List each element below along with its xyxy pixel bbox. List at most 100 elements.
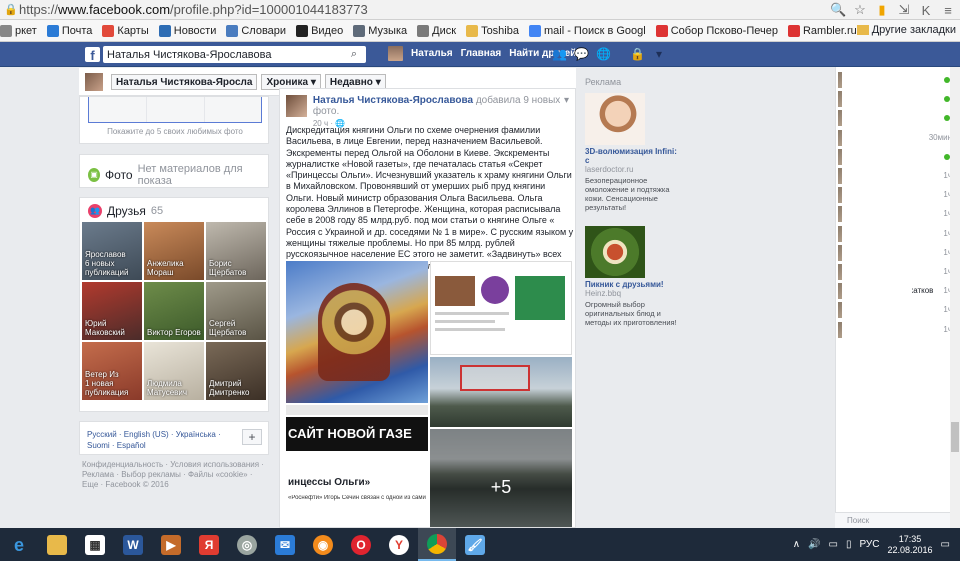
bookmark-label: mail - Поиск в Googl bbox=[543, 24, 646, 37]
bookmark-item[interactable]: Диск bbox=[417, 24, 456, 37]
friend-name[interactable]: Виктор Егоров bbox=[147, 328, 201, 337]
bookmark-item[interactable]: Toshiba bbox=[466, 24, 519, 37]
avatar[interactable] bbox=[85, 72, 103, 91]
ad-title[interactable]: Пикник с друзьями! bbox=[585, 280, 682, 289]
friend-tile[interactable]: Людмила Матусевич bbox=[144, 342, 204, 400]
store-icon[interactable]: ▦ bbox=[76, 528, 114, 561]
ad-title[interactable]: 3D-волюмизация Infini: с bbox=[585, 147, 682, 165]
keyboard-layout[interactable]: РУС bbox=[859, 539, 879, 550]
search-icon[interactable]: ⌕ bbox=[344, 47, 364, 62]
nav-profile[interactable]: Наталья bbox=[411, 48, 453, 59]
chat-search-input[interactable]: Поиск bbox=[835, 512, 960, 528]
friend-tile[interactable]: Борис Щербатов bbox=[206, 222, 266, 280]
friend-tile[interactable]: Ветер Из 1 новая публикация bbox=[82, 342, 142, 400]
chrome-icon[interactable] bbox=[418, 528, 456, 561]
bookmark-item[interactable]: Почта bbox=[46, 24, 92, 37]
volume-icon[interactable]: 🔊 bbox=[808, 539, 820, 550]
chat-last-active: 30мин bbox=[928, 132, 952, 142]
firefox-icon[interactable]: ◉ bbox=[304, 528, 342, 561]
friend-name[interactable]: Дмитрий Дмитренко bbox=[209, 379, 249, 397]
more-photos-count[interactable]: +5 bbox=[430, 477, 572, 498]
friends-title[interactable]: Друзья bbox=[107, 204, 146, 218]
friend-name[interactable]: Борис Щербатов bbox=[209, 259, 246, 277]
star-icon[interactable]: ☆ bbox=[852, 2, 868, 18]
featured-photos-note[interactable]: Покажите до 5 своих любимых фото bbox=[80, 127, 270, 136]
friend-name[interactable]: Ветер Из bbox=[85, 370, 119, 379]
chevron-down-icon[interactable]: ▾ bbox=[564, 95, 569, 106]
bookmark-item[interactable]: Rambler.ru bbox=[787, 24, 857, 37]
featured-photos-placeholder[interactable] bbox=[88, 97, 262, 123]
friend-name[interactable]: Сергей Щербатов bbox=[209, 319, 246, 337]
yandex-browser-icon[interactable]: Y bbox=[380, 528, 418, 561]
friend-tile[interactable]: Ярославов 6 новых публикаций bbox=[82, 222, 142, 280]
account-menu-icon[interactable]: ▾ bbox=[652, 47, 666, 61]
ad-image-face[interactable] bbox=[585, 93, 645, 145]
post-photo-newspaper-site[interactable]: САЙТ НОВОЙ ГАЗЕ инцессы Ольги» «Роснефти… bbox=[286, 405, 428, 527]
friend-name[interactable]: Анжелика Мораш bbox=[147, 259, 184, 277]
friend-tile[interactable]: Анжелика Мораш bbox=[144, 222, 204, 280]
yandex-bar-icon[interactable]: Я bbox=[190, 528, 228, 561]
scroll-thumb[interactable] bbox=[951, 422, 959, 452]
paint-icon[interactable]: 🖌 bbox=[456, 528, 494, 561]
post-author[interactable]: Наталья Чистякова-Ярославова bbox=[313, 95, 473, 106]
kaspersky-icon[interactable]: K bbox=[918, 3, 934, 18]
bookmark-extension-icon[interactable]: ▮ bbox=[874, 2, 890, 18]
add-language-button[interactable]: + bbox=[242, 429, 262, 445]
post-photo-pond[interactable]: +5 bbox=[430, 429, 572, 527]
mail-icon[interactable]: ✉ bbox=[266, 528, 304, 561]
extension-icon[interactable]: ⇲ bbox=[896, 2, 912, 18]
clock[interactable]: 17:35 22.08.2016 bbox=[888, 534, 933, 556]
ad-description: Безоперационное омоложение и подтяжка ко… bbox=[585, 176, 670, 212]
other-bookmarks[interactable]: Другие закладки bbox=[856, 24, 956, 36]
facebook-logo[interactable]: f bbox=[85, 47, 100, 63]
opera-icon[interactable]: O bbox=[342, 528, 380, 561]
nav-home[interactable]: Главная bbox=[461, 48, 502, 59]
search-input[interactable] bbox=[103, 46, 366, 63]
ad-image-food[interactable] bbox=[585, 226, 645, 278]
file-explorer-icon[interactable] bbox=[38, 528, 76, 561]
post-photo-billboard[interactable] bbox=[430, 357, 572, 427]
bookmark-item[interactable]: Словари bbox=[226, 24, 286, 37]
bookmark-item[interactable]: Собор Псково-Печер bbox=[655, 24, 778, 37]
ad-domain[interactable]: Heinz.bbq bbox=[585, 289, 682, 298]
friend-name[interactable]: Ярославов bbox=[85, 250, 126, 259]
word-icon[interactable]: W bbox=[114, 528, 152, 561]
bookmark-item[interactable]: mail - Поиск в Googl bbox=[528, 24, 646, 37]
profile-name-select[interactable]: Наталья Чистякова-Яросла bbox=[111, 73, 258, 90]
friend-tile[interactable]: Виктор Егоров bbox=[144, 282, 204, 340]
bookmark-item[interactable]: Карты bbox=[102, 24, 149, 37]
menu-icon[interactable]: ≡ bbox=[940, 3, 956, 18]
friend-requests-icon[interactable]: 👥 bbox=[552, 47, 567, 61]
edge-icon[interactable]: e bbox=[0, 528, 38, 561]
chevron-up-icon[interactable]: ∧ bbox=[793, 539, 800, 550]
bookmark-item[interactable]: Новости bbox=[158, 24, 216, 37]
footer-links[interactable]: Конфиденциальность · Условия использован… bbox=[82, 460, 270, 490]
url-text[interactable]: https://www.facebook.com/profile.php?id=… bbox=[19, 2, 368, 17]
friend-tile[interactable]: Дмитрий Дмитренко bbox=[206, 342, 266, 400]
zoom-icon[interactable]: 🔍 bbox=[830, 2, 846, 18]
messages-icon[interactable]: 💬 bbox=[574, 47, 589, 61]
friend-name[interactable]: Людмила Матусевич bbox=[147, 379, 187, 397]
post-photo-icon-painting[interactable] bbox=[286, 261, 428, 403]
language-links[interactable]: Русский · English (US) · Українська · Su… bbox=[87, 429, 237, 451]
avatar[interactable] bbox=[286, 95, 307, 117]
app-icon[interactable]: ◎ bbox=[228, 528, 266, 561]
friend-name[interactable]: Юрий Маковский bbox=[85, 319, 125, 337]
network-icon[interactable]: ▭ bbox=[829, 539, 838, 550]
friend-tile[interactable]: Сергей Щербатов bbox=[206, 282, 266, 340]
privacy-icon[interactable]: 🔒 bbox=[630, 47, 645, 61]
ad-domain[interactable]: laserdoctor.ru bbox=[585, 165, 682, 174]
notifications-icon[interactable]: ▭ bbox=[941, 539, 950, 550]
photos-title[interactable]: Фото bbox=[105, 168, 133, 182]
media-player-icon[interactable]: ▶ bbox=[152, 528, 190, 561]
post-photo-news-screenshot[interactable] bbox=[430, 261, 572, 355]
friend-tile[interactable]: Юрий Маковский bbox=[82, 282, 142, 340]
bookmark-item[interactable]: Музыка bbox=[353, 24, 407, 37]
bookmark-item[interactable]: Видео bbox=[296, 24, 343, 37]
avatar[interactable] bbox=[388, 46, 403, 61]
notifications-icon[interactable]: 🌐 bbox=[596, 47, 611, 61]
address-bar[interactable]: 🔒 https://www.facebook.com/profile.php?i… bbox=[0, 0, 960, 20]
scrollbar[interactable] bbox=[950, 67, 960, 528]
bookmark-item[interactable]: ркет bbox=[0, 24, 37, 37]
battery-icon[interactable]: ▯ bbox=[846, 539, 852, 550]
